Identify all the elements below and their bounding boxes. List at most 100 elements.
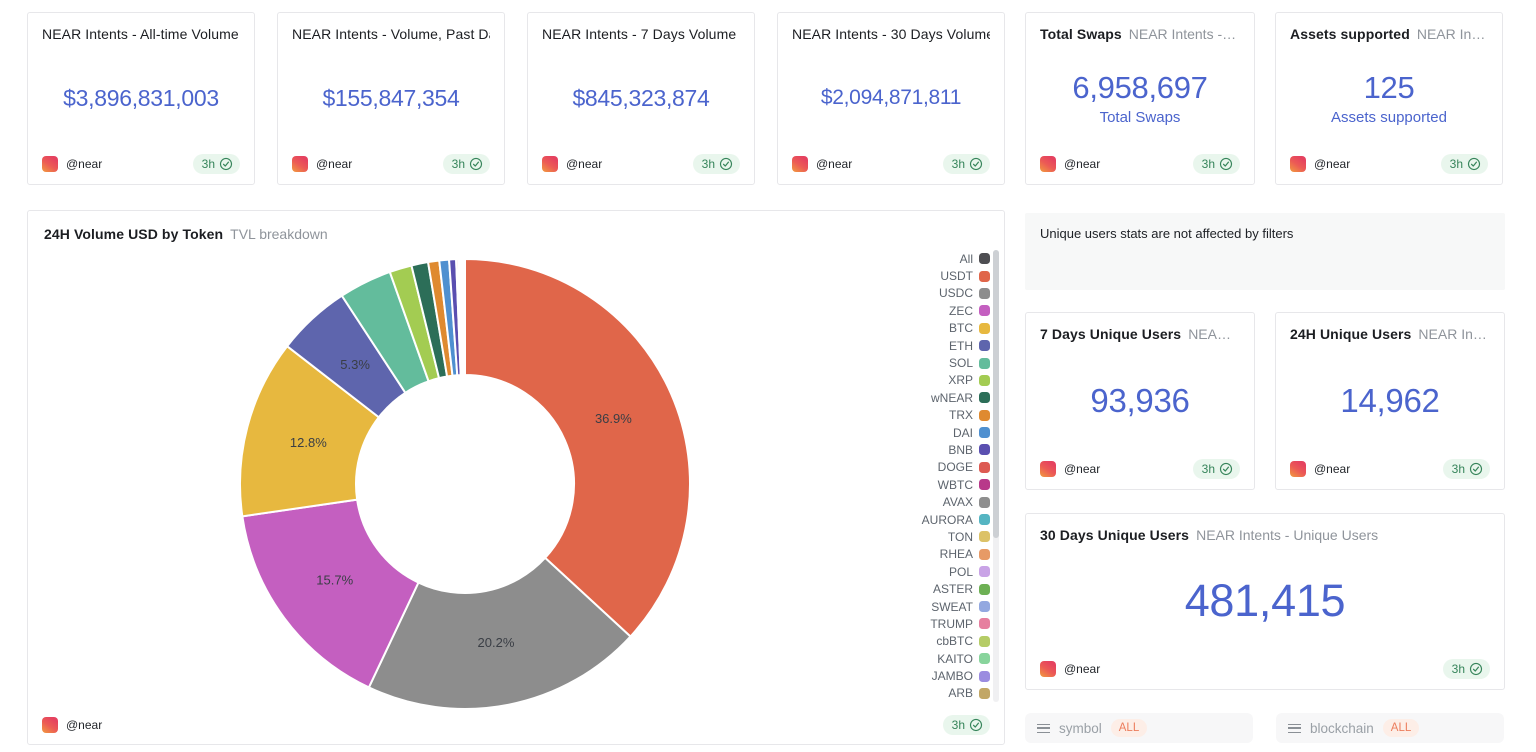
author-link[interactable]: @near <box>1040 461 1100 477</box>
author-link[interactable]: @near <box>792 156 852 172</box>
verified-icon <box>969 718 983 732</box>
legend-swatch <box>979 549 990 560</box>
updated-text: 3h <box>1450 157 1463 171</box>
legend-item-TON[interactable]: TON <box>860 528 990 545</box>
author-link[interactable]: @near <box>1290 461 1350 477</box>
legend-swatch <box>979 584 990 595</box>
updated-text: 3h <box>1202 157 1215 171</box>
legend-item-KAITO[interactable]: KAITO <box>860 650 990 667</box>
legend-item-USDC[interactable]: USDC <box>860 285 990 302</box>
filter-label: blockchain <box>1310 721 1374 736</box>
stat-value: $2,094,871,811 <box>821 86 961 110</box>
legend-item-RHEA[interactable]: RHEA <box>860 546 990 563</box>
legend-item-ARB[interactable]: ARB <box>860 685 990 702</box>
updated-badge[interactable]: 3h <box>1443 459 1490 479</box>
donut-chart[interactable]: 36.9%20.2%15.7%12.8%5.3% <box>235 254 695 714</box>
verified-icon <box>1467 157 1481 171</box>
legend-item-POL[interactable]: POL <box>860 563 990 580</box>
legend-item-XRP[interactable]: XRP <box>860 372 990 389</box>
updated-badge[interactable]: 3h <box>943 154 990 174</box>
updated-badge[interactable]: 3h <box>1443 659 1490 679</box>
stat-value: 481,415 <box>1185 575 1346 627</box>
card-title: Assets supported <box>1290 26 1410 42</box>
filter-label: symbol <box>1059 721 1102 736</box>
legend-item-SWEAT[interactable]: SWEAT <box>860 598 990 615</box>
legend-item-SOL[interactable]: SOL <box>860 354 990 371</box>
stat-value: $3,896,831,003 <box>63 85 219 112</box>
legend-item-ASTER[interactable]: ASTER <box>860 580 990 597</box>
updated-badge[interactable]: 3h <box>1193 459 1240 479</box>
stat-card-30d-users: 30 Days Unique Users NEAR Intents - Uniqu… <box>1025 513 1505 690</box>
updated-text: 3h <box>952 718 965 732</box>
stat-card-7d-users: 7 Days Unique Users NEAR Intents … 93,936… <box>1025 312 1255 490</box>
legend-item-DAI[interactable]: DAI <box>860 424 990 441</box>
card-subtitle: NEAR Intents - Unique Users <box>1196 527 1378 543</box>
legend-label: ZEC <box>949 304 973 318</box>
legend-item-TRX[interactable]: TRX <box>860 407 990 424</box>
verified-icon <box>1219 462 1233 476</box>
stat-card-total-swaps: Total SwapsNEAR Intents - Stats 6,958,69… <box>1025 12 1255 185</box>
legend-scrollbar-thumb[interactable] <box>993 250 999 538</box>
updated-badge[interactable]: 3h <box>943 715 990 735</box>
updated-badge[interactable]: 3h <box>443 154 490 174</box>
legend-swatch <box>979 288 990 299</box>
legend-item-ZEC[interactable]: ZEC <box>860 302 990 319</box>
updated-text: 3h <box>952 157 965 171</box>
card-subtitle: NEAR Intents … <box>1188 326 1240 342</box>
updated-badge[interactable]: 3h <box>193 154 240 174</box>
near-avatar-icon <box>1290 156 1306 172</box>
legend-label: TRX <box>949 408 973 422</box>
stat-value: 6,958,697 <box>1072 70 1207 106</box>
legend-item-BNB[interactable]: BNB <box>860 441 990 458</box>
near-avatar-icon <box>542 156 558 172</box>
author-handle: @near <box>1064 462 1100 476</box>
legend-item-DOGE[interactable]: DOGE <box>860 459 990 476</box>
legend-item-wNEAR[interactable]: wNEAR <box>860 389 990 406</box>
filter-symbol[interactable]: symbol ALL <box>1025 713 1253 743</box>
author-link[interactable]: @near <box>292 156 352 172</box>
updated-text: 3h <box>1202 462 1215 476</box>
donut-slice-USDT[interactable] <box>465 259 690 636</box>
legend-label: TON <box>948 530 973 544</box>
card-title: 30 Days Unique Users <box>1040 527 1189 543</box>
legend-item-USDT[interactable]: USDT <box>860 267 990 284</box>
author-handle: @near <box>66 157 102 171</box>
legend-item-TRUMP[interactable]: TRUMP <box>860 615 990 632</box>
updated-badge[interactable]: 3h <box>1193 154 1240 174</box>
legend-item-BTC[interactable]: BTC <box>860 320 990 337</box>
legend-swatch <box>979 688 990 699</box>
stat-value: 93,936 <box>1090 382 1189 420</box>
card-subtitle: NEAR Intents - Stats <box>1129 26 1240 42</box>
slice-label-BTC: 12.8% <box>290 435 327 450</box>
legend-swatch <box>979 497 990 508</box>
stat-card-7d-volume: NEAR Intents - 7 Days Volume $845,323,87… <box>527 12 755 185</box>
stat-card-30d-volume: NEAR Intents - 30 Days Volume $2,094,871… <box>777 12 1005 185</box>
updated-badge[interactable]: 3h <box>693 154 740 174</box>
legend-item-WBTC[interactable]: WBTC <box>860 476 990 493</box>
legend-item-All[interactable]: All <box>860 250 990 267</box>
near-avatar-icon <box>1040 156 1056 172</box>
author-link[interactable]: @near <box>1040 661 1100 677</box>
legend-item-ETH[interactable]: ETH <box>860 337 990 354</box>
card-title: NEAR Intents - 7 Days Volume <box>542 26 736 42</box>
filter-value-badge: ALL <box>1111 719 1147 737</box>
filter-blockchain[interactable]: blockchain ALL <box>1276 713 1504 743</box>
slice-label-USDT: 36.9% <box>595 411 632 426</box>
slice-label-ZEC: 15.7% <box>316 572 353 587</box>
card-title: NEAR Intents - Volume, Past Day <box>292 26 490 42</box>
legend-item-AURORA[interactable]: AURORA <box>860 511 990 528</box>
legend-swatch <box>979 271 990 282</box>
author-link[interactable]: @near <box>42 717 102 733</box>
legend-item-AVAX[interactable]: AVAX <box>860 493 990 510</box>
legend-item-JAMBO[interactable]: JAMBO <box>860 667 990 684</box>
card-title: 7 Days Unique Users <box>1040 326 1181 342</box>
legend-label: WBTC <box>938 478 973 492</box>
updated-badge[interactable]: 3h <box>1441 154 1488 174</box>
author-link[interactable]: @near <box>1040 156 1100 172</box>
legend-label: SOL <box>949 356 973 370</box>
legend-item-cbBTC[interactable]: cbBTC <box>860 633 990 650</box>
author-link[interactable]: @near <box>1290 156 1350 172</box>
legend-label: USDC <box>939 286 973 300</box>
author-link[interactable]: @near <box>42 156 102 172</box>
author-link[interactable]: @near <box>542 156 602 172</box>
